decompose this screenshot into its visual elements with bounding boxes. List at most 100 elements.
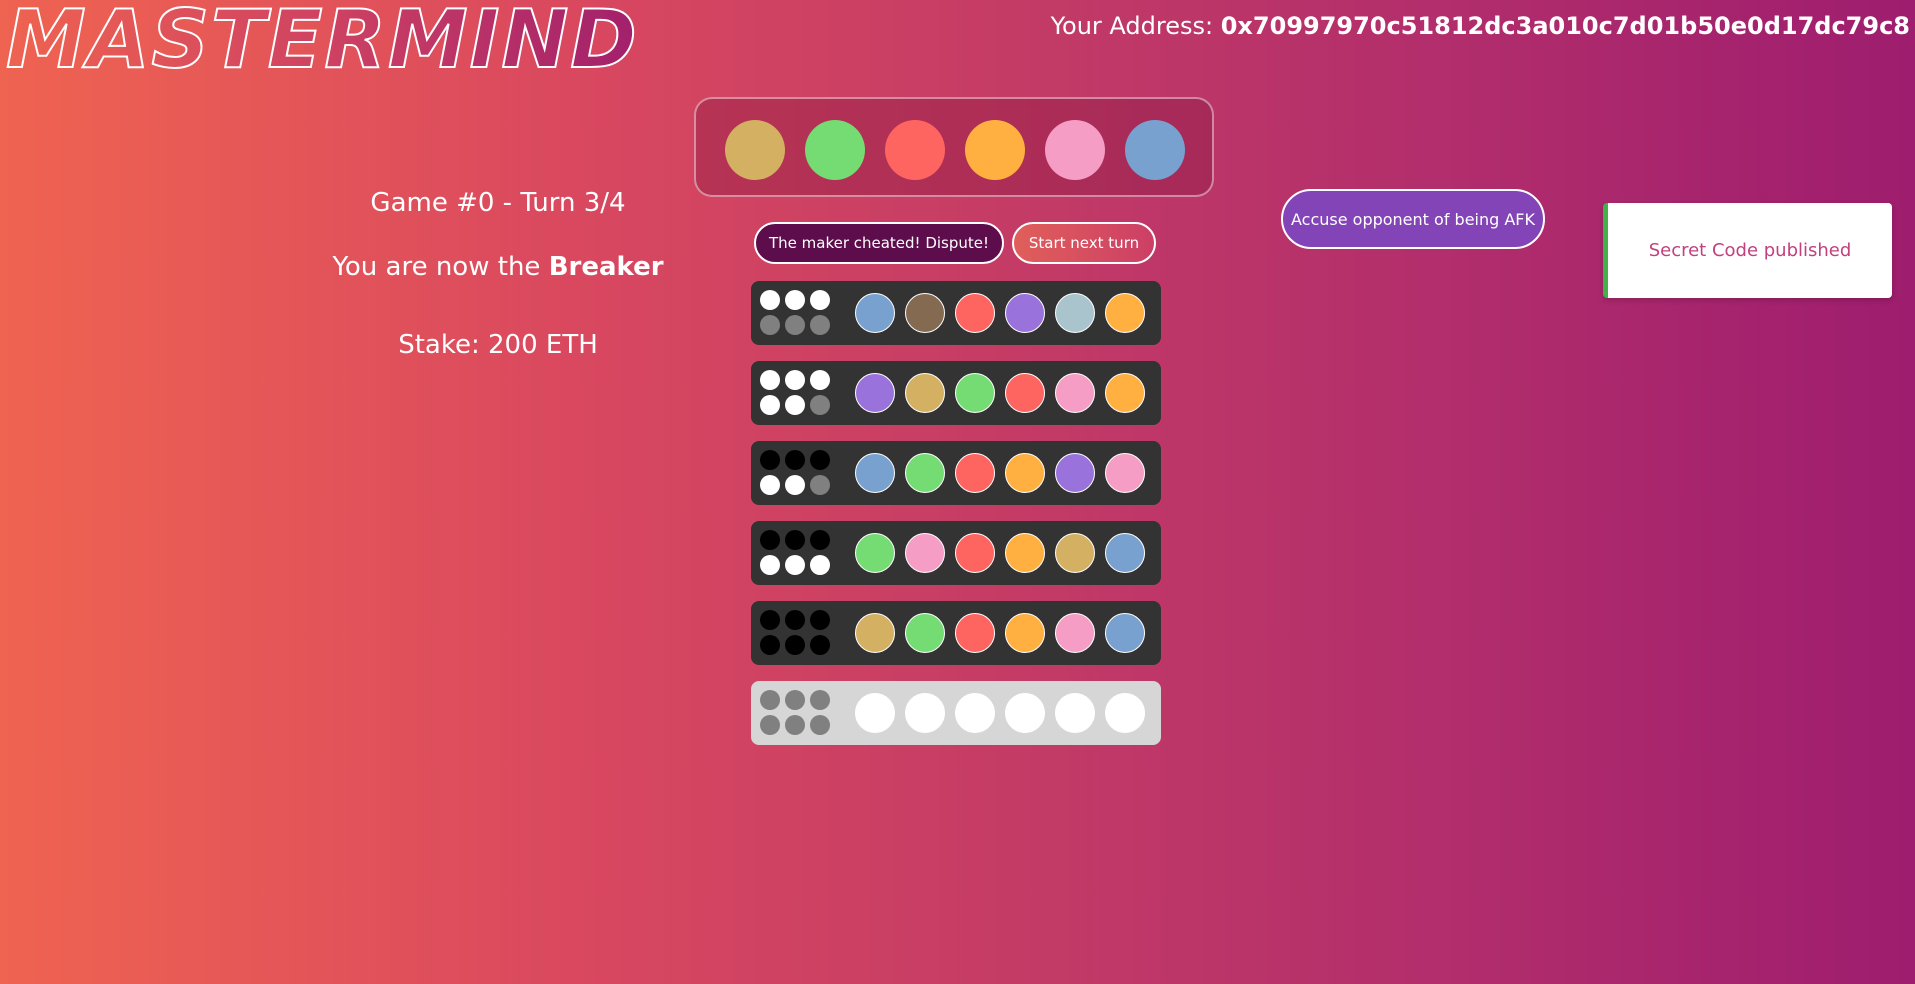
player-role: You are now the Breaker: [300, 252, 696, 282]
feedback-peg-empty: [810, 395, 830, 415]
guess-peg-blue: [1105, 613, 1145, 653]
wallet-address: Your Address: 0x70997970c51812dc3a010c7d…: [1051, 12, 1910, 40]
feedback-peg-black: [785, 635, 805, 655]
feedback-peg-empty: [810, 315, 830, 335]
guess-peg-green: [955, 373, 995, 413]
notification-toast: Secret Code published: [1603, 203, 1892, 298]
empty-peg-slot[interactable]: [855, 693, 895, 733]
guess-peg-red: [955, 613, 995, 653]
mastermind-logo: MASTERMIND: [5, 0, 639, 85]
feedback-peg-black: [810, 530, 830, 550]
feedback-peg-white: [785, 395, 805, 415]
empty-peg-slot[interactable]: [1105, 693, 1145, 733]
accuse-afk-button[interactable]: Accuse opponent of being AFK: [1281, 189, 1545, 249]
feedback-peg-white: [760, 370, 780, 390]
empty-peg-slot[interactable]: [1055, 693, 1095, 733]
guess-row: [751, 281, 1161, 345]
role-name: Breaker: [548, 252, 664, 282]
empty-peg-slot[interactable]: [1005, 693, 1045, 733]
feedback-pegs: [760, 530, 832, 576]
notification-text: Secret Code published: [1648, 240, 1852, 261]
guess-peg-orange: [1005, 533, 1045, 573]
guess-peg-blue: [1105, 533, 1145, 573]
guess-peg-brown: [905, 293, 945, 333]
feedback-pegs: [760, 290, 832, 336]
feedback-peg-white: [785, 290, 805, 310]
feedback-peg-empty: [810, 715, 830, 735]
feedback-peg-black: [760, 610, 780, 630]
feedback-peg-black: [760, 635, 780, 655]
empty-peg-slot[interactable]: [905, 693, 945, 733]
guess-peg-red: [1005, 373, 1045, 413]
address-value: 0x70997970c51812dc3a010c7d01b50e0d17dc79…: [1220, 12, 1910, 40]
guess-peg-tan: [855, 613, 895, 653]
guess-peg-pink: [1105, 453, 1145, 493]
guess-peg-green: [905, 453, 945, 493]
feedback-peg-white: [810, 370, 830, 390]
feedback-peg-white: [785, 370, 805, 390]
guess-peg-orange: [1005, 613, 1045, 653]
guess-peg-tan: [1055, 533, 1095, 573]
feedback-peg-black: [760, 450, 780, 470]
role-prefix: You are now the: [332, 252, 541, 282]
secret-peg-green: [805, 120, 865, 180]
guess-row: [751, 601, 1161, 665]
guess-peg-purple: [855, 373, 895, 413]
guess-peg-red: [955, 293, 995, 333]
feedback-peg-empty: [760, 315, 780, 335]
guess-peg-blue: [855, 293, 895, 333]
feedback-peg-empty: [785, 315, 805, 335]
feedback-peg-black: [785, 530, 805, 550]
feedback-peg-white: [760, 475, 780, 495]
feedback-pegs: [760, 370, 832, 416]
guess-peg-green: [905, 613, 945, 653]
feedback-peg-black: [785, 610, 805, 630]
empty-peg-slot[interactable]: [955, 693, 995, 733]
guess-peg-pink: [1055, 373, 1095, 413]
guess-peg-pink: [1055, 613, 1095, 653]
guess-peg-red: [955, 453, 995, 493]
guess-peg-orange: [1105, 293, 1145, 333]
secret-peg-red: [885, 120, 945, 180]
feedback-peg-black: [760, 530, 780, 550]
stake-amount: Stake: 200 ETH: [398, 330, 598, 360]
feedback-peg-empty: [810, 690, 830, 710]
dispute-button[interactable]: The maker cheated! Dispute!: [754, 222, 1004, 264]
guess-row: [751, 521, 1161, 585]
feedback-peg-white: [760, 555, 780, 575]
feedback-peg-white: [760, 395, 780, 415]
feedback-pegs: [760, 610, 832, 656]
feedback-peg-empty: [785, 690, 805, 710]
secret-code-panel: [694, 97, 1214, 197]
feedback-peg-black: [810, 610, 830, 630]
feedback-peg-white: [785, 475, 805, 495]
guess-peg-green: [855, 533, 895, 573]
guess-peg-blue: [855, 453, 895, 493]
feedback-peg-black: [785, 450, 805, 470]
start-next-turn-button[interactable]: Start next turn: [1012, 222, 1156, 264]
secret-peg-pink: [1045, 120, 1105, 180]
secret-peg-tan: [725, 120, 785, 180]
guess-peg-red: [955, 533, 995, 573]
guess-peg-orange: [1105, 373, 1145, 413]
guess-peg-lightblue: [1055, 293, 1095, 333]
guess-peg-orange: [1005, 453, 1045, 493]
feedback-peg-black: [810, 450, 830, 470]
current-guess-row[interactable]: [751, 681, 1161, 745]
feedback-peg-white: [810, 290, 830, 310]
guess-peg-purple: [1005, 293, 1045, 333]
game-title: Game #0 - Turn 3/4: [370, 188, 626, 218]
feedback-peg-empty: [810, 475, 830, 495]
feedback-peg-empty: [760, 715, 780, 735]
secret-peg-blue: [1125, 120, 1185, 180]
feedback-pegs: [760, 450, 832, 496]
feedback-peg-white: [760, 290, 780, 310]
feedback-peg-black: [810, 635, 830, 655]
guess-peg-tan: [905, 373, 945, 413]
address-label: Your Address:: [1050, 12, 1214, 40]
feedback-peg-white: [810, 555, 830, 575]
secret-peg-orange: [965, 120, 1025, 180]
feedback-pegs: [760, 690, 832, 736]
guess-row: [751, 361, 1161, 425]
guess-peg-purple: [1055, 453, 1095, 493]
